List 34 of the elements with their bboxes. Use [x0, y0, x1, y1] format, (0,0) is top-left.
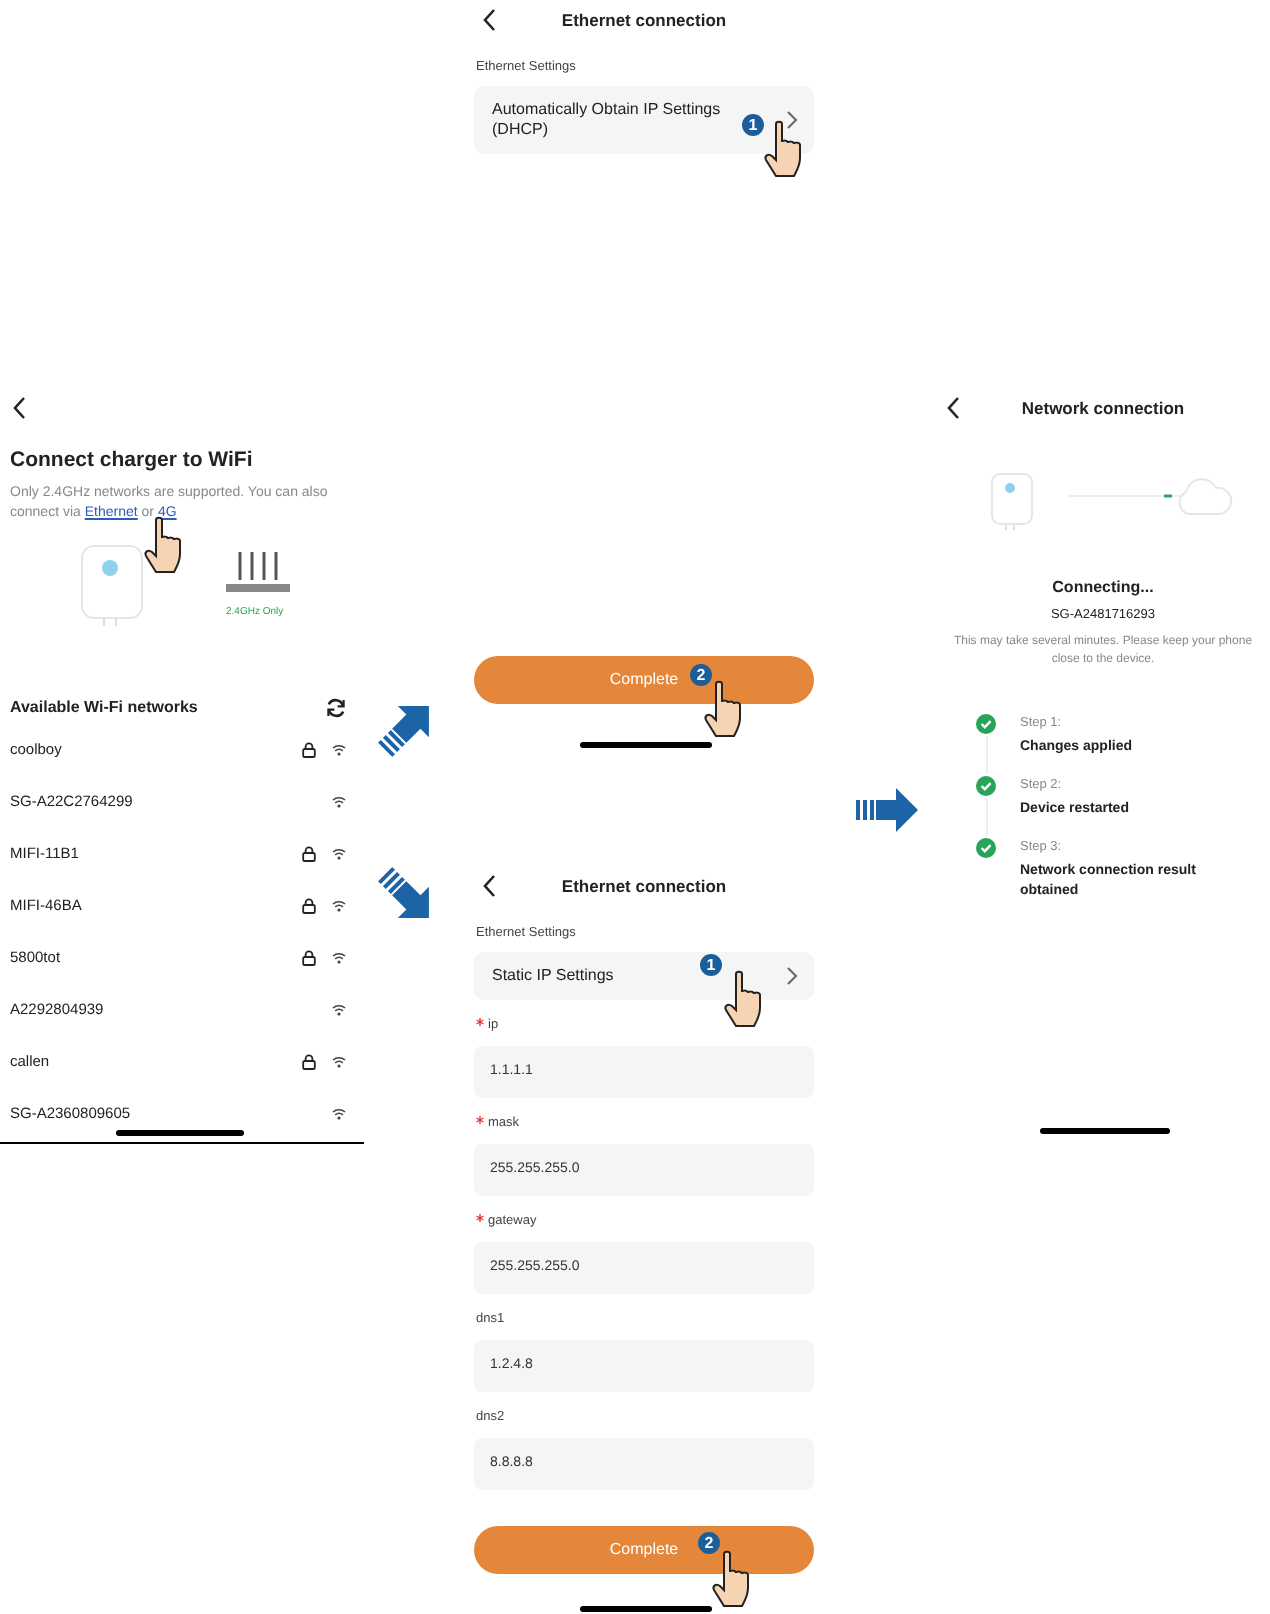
arrow-drawing — [856, 786, 918, 834]
back-icon[interactable] — [12, 396, 26, 420]
hand-pointer-icon — [760, 120, 804, 178]
wifi-icon — [332, 951, 346, 964]
wifi-icon — [332, 795, 346, 808]
wifi-icon — [332, 847, 346, 860]
wifi-icon — [332, 743, 346, 756]
status-text: Connecting... — [1050, 576, 1156, 600]
hand-pointer-icon — [140, 516, 184, 574]
refresh-icon[interactable] — [326, 697, 346, 718]
charger-icon — [990, 472, 1034, 532]
home-indicator — [1040, 1128, 1170, 1134]
screen-title: Ethernet connection — [561, 7, 727, 33]
section-heading: Available Wi-Fi networks — [10, 695, 198, 720]
screen-title: Ethernet connection — [561, 873, 727, 899]
home-indicator — [580, 1606, 712, 1612]
back-icon[interactable] — [482, 874, 496, 898]
wifi-icon — [332, 899, 346, 912]
screen-title: Network connection — [1021, 395, 1185, 421]
hand-pointer-icon — [720, 970, 764, 1028]
back-icon[interactable] — [482, 8, 496, 32]
home-indicator — [580, 742, 712, 748]
home-indicator — [116, 1130, 244, 1136]
wifi-icon — [332, 1055, 346, 1068]
screen-title: Connect charger to WiFi — [10, 446, 255, 476]
charger-icon — [80, 543, 144, 628]
wifi-icon — [332, 1003, 346, 1016]
hand-pointer-icon — [700, 680, 744, 738]
cloud-icon — [1174, 476, 1234, 516]
back-icon[interactable] — [946, 396, 960, 420]
chevron-right-icon — [786, 109, 798, 130]
hand-pointer-icon — [708, 1550, 752, 1608]
chevron-right-icon — [786, 965, 798, 986]
wifi-icon — [332, 1107, 346, 1120]
